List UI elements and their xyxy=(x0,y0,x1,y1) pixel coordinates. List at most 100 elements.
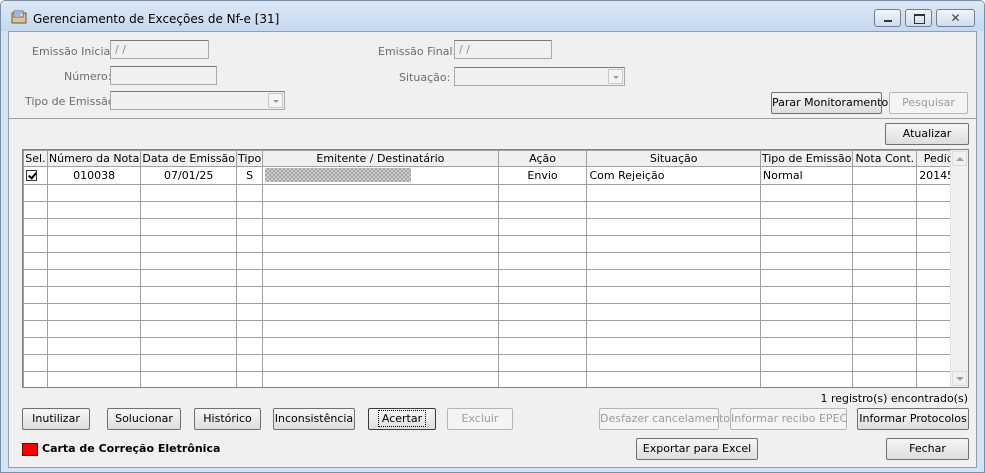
solucionar-button[interactable]: Solucionar xyxy=(107,408,181,430)
table-row[interactable] xyxy=(23,218,968,236)
column-header[interactable]: Nota Cont. xyxy=(852,150,918,167)
minimize-icon xyxy=(884,20,892,22)
empty-cell xyxy=(852,320,918,338)
table-row[interactable] xyxy=(23,303,968,321)
column-header[interactable]: Data de Emissão xyxy=(140,150,238,167)
column-header[interactable]: Sel. xyxy=(23,150,48,167)
empty-cell xyxy=(586,337,761,355)
numero-field[interactable] xyxy=(110,66,217,85)
situacao-cell: Com Rejeição xyxy=(586,166,761,185)
row-checkbox[interactable] xyxy=(26,169,37,181)
empty-cell xyxy=(23,354,48,372)
emitente-cell xyxy=(262,166,499,185)
empty-cell xyxy=(759,218,854,236)
empty-cell xyxy=(262,303,499,321)
excluir-button[interactable]: Excluir xyxy=(447,408,513,430)
maximize-button[interactable] xyxy=(905,9,932,27)
column-header[interactable]: Tipo de Emissão xyxy=(759,150,854,167)
scroll-up-icon[interactable] xyxy=(952,151,967,166)
table-row[interactable]: 010038 07/01/25 S Envio Com Rejeição Nor… xyxy=(23,166,968,185)
minimize-button[interactable] xyxy=(874,9,901,27)
notes-grid[interactable]: Sel. Número da Nota Data de Emissão Tipo… xyxy=(22,149,969,388)
empty-cell xyxy=(140,269,238,287)
desfazer-cancelamento-button[interactable]: Desfazer cancelamento xyxy=(599,408,730,430)
exportar-excel-button[interactable]: Exportar para Excel xyxy=(636,438,758,460)
table-row[interactable] xyxy=(23,337,968,355)
empty-cell xyxy=(852,337,918,355)
empty-cell xyxy=(586,320,761,338)
informar-recibo-epec-button[interactable]: Informar recibo EPEC xyxy=(730,408,847,430)
empty-cell xyxy=(586,201,761,219)
close-window-button[interactable]: ✕ xyxy=(936,9,975,27)
column-header[interactable]: Tipo xyxy=(236,150,264,167)
pesquisar-button[interactable]: Pesquisar xyxy=(889,92,968,114)
empty-cell xyxy=(497,320,588,338)
empty-cell xyxy=(46,252,142,270)
empty-cell xyxy=(586,235,761,253)
empty-cell xyxy=(262,184,499,202)
empty-cell xyxy=(236,320,264,338)
empty-cell xyxy=(23,252,48,270)
legend-color-swatch xyxy=(22,443,38,456)
situacao-select[interactable] xyxy=(454,67,625,86)
table-row[interactable] xyxy=(23,235,968,253)
empty-cell xyxy=(497,201,588,219)
informar-protocolos-button[interactable]: Informar Protocolos xyxy=(857,408,969,430)
maximize-icon xyxy=(914,14,925,24)
acao-cell: Envio xyxy=(497,166,588,185)
table-row[interactable] xyxy=(23,354,968,372)
table-row[interactable] xyxy=(23,286,968,304)
column-header[interactable]: Número da Nota xyxy=(46,150,142,167)
empty-cell xyxy=(23,371,48,387)
empty-cell xyxy=(140,320,238,338)
empty-cell xyxy=(140,354,238,372)
empty-cell xyxy=(46,303,142,321)
empty-cell xyxy=(236,252,264,270)
table-row[interactable] xyxy=(23,184,968,202)
empty-cell xyxy=(262,354,499,372)
empty-cell xyxy=(759,269,854,287)
empty-cell xyxy=(46,337,142,355)
historico-button[interactable]: Histórico xyxy=(194,408,261,430)
chevron-down-icon[interactable] xyxy=(608,69,623,84)
excluir-label: Excluir xyxy=(461,412,499,425)
chevron-down-icon[interactable] xyxy=(268,93,283,108)
empty-cell xyxy=(852,252,918,270)
fechar-button[interactable]: Fechar xyxy=(886,438,969,460)
table-row[interactable] xyxy=(23,371,968,387)
empty-cell xyxy=(262,286,499,304)
empty-cell xyxy=(23,201,48,219)
atualizar-button[interactable]: Atualizar xyxy=(885,123,969,145)
inconsistencia-button[interactable]: Inconsistência xyxy=(273,408,355,430)
acertar-button[interactable]: Acertar xyxy=(368,408,436,430)
empty-cell xyxy=(23,286,48,304)
grid-header-row: Sel. Número da Nota Data de Emissão Tipo… xyxy=(23,150,968,167)
emissao-final-label: Emissão Final: xyxy=(378,45,457,58)
column-header[interactable]: Ação xyxy=(497,150,588,167)
window-title: Gerenciamento de Exceções de Nf-e [31] xyxy=(33,12,280,26)
emissao-final-field[interactable]: / / xyxy=(454,40,552,59)
tipo-emissao-select[interactable] xyxy=(110,91,285,110)
empty-cell xyxy=(759,201,854,219)
empty-cell xyxy=(46,184,142,202)
emissao-inicial-field[interactable]: / / xyxy=(110,40,209,59)
empty-cell xyxy=(262,201,499,219)
table-row[interactable] xyxy=(23,269,968,287)
column-header[interactable]: Emitente / Destinatário xyxy=(262,150,499,167)
vertical-scrollbar[interactable] xyxy=(950,150,968,387)
empty-cell xyxy=(236,269,264,287)
column-header[interactable]: Situação xyxy=(586,150,761,167)
empty-cell xyxy=(497,218,588,236)
empty-cell xyxy=(46,354,142,372)
table-row[interactable] xyxy=(23,320,968,338)
empty-cell xyxy=(46,286,142,304)
scroll-down-icon[interactable] xyxy=(952,371,967,386)
sel-cell[interactable] xyxy=(23,166,48,185)
empty-cell xyxy=(497,286,588,304)
table-row[interactable] xyxy=(23,252,968,270)
parar-monitoramento-button[interactable]: Parar Monitoramento xyxy=(771,92,888,114)
numero-cell: 010038 xyxy=(46,166,142,185)
inutilizar-button[interactable]: Inutilizar xyxy=(22,408,90,430)
table-row[interactable] xyxy=(23,201,968,219)
empty-cell xyxy=(852,371,918,387)
